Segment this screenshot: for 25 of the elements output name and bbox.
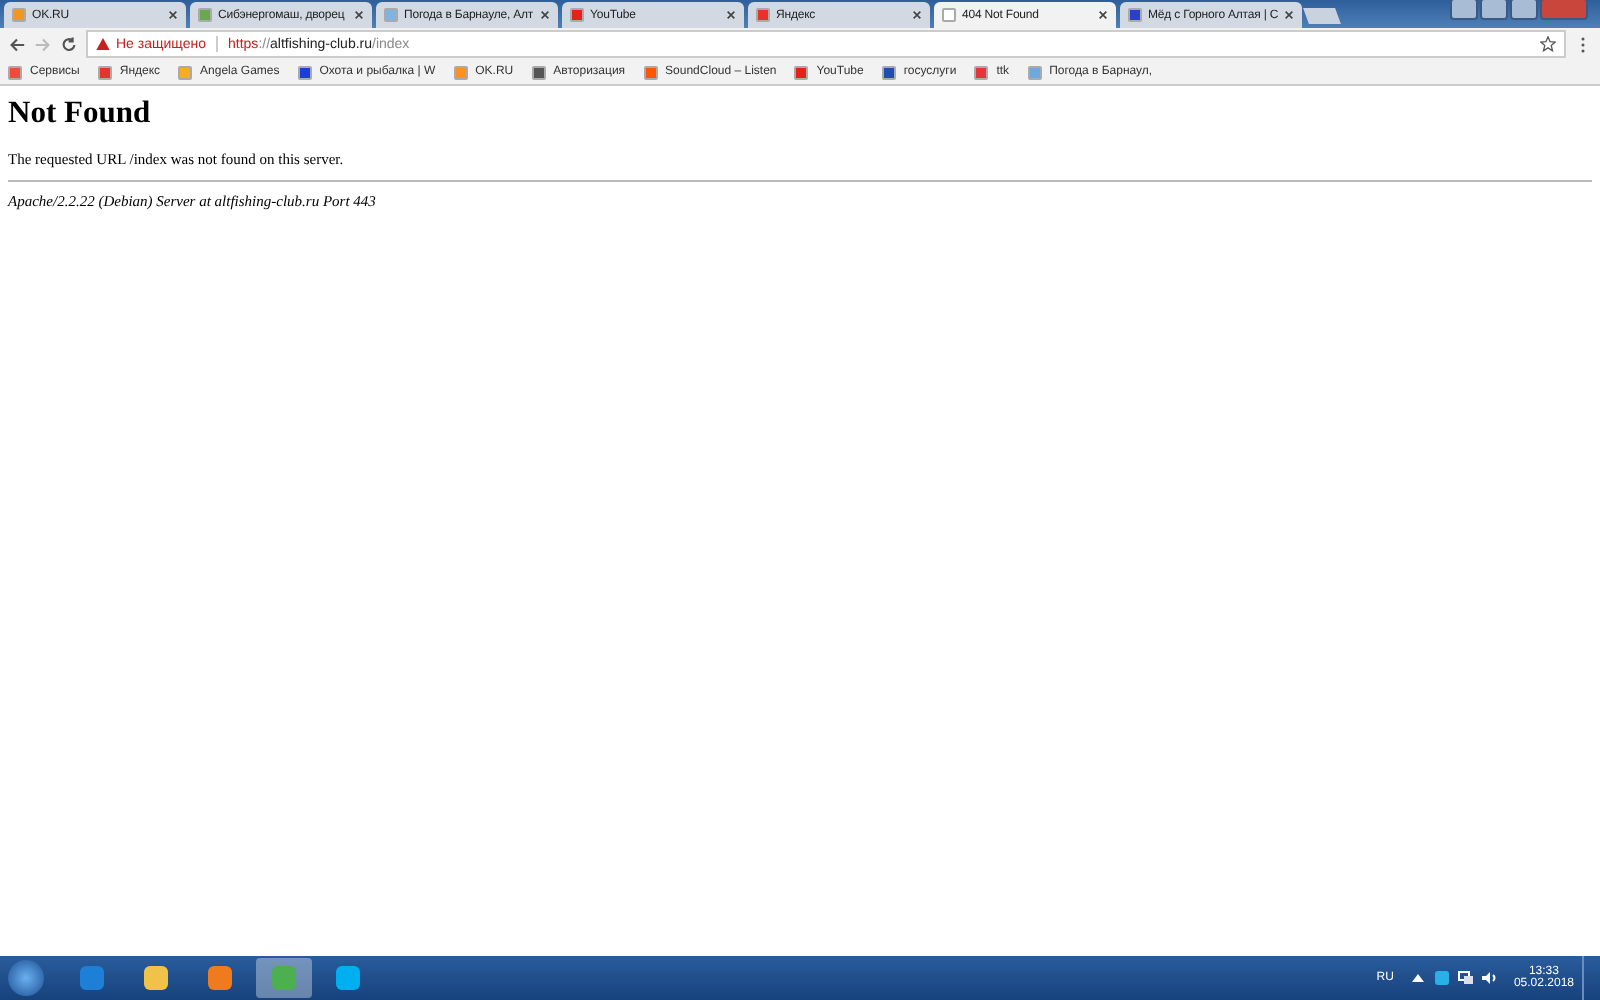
close-icon[interactable] <box>912 10 922 20</box>
warning-icon <box>96 38 110 50</box>
reload-icon[interactable] <box>60 35 78 53</box>
start-button[interactable] <box>8 960 44 996</box>
close-icon[interactable] <box>726 10 736 20</box>
site-icon <box>942 8 956 22</box>
site-icon <box>198 8 212 22</box>
site-icon <box>12 8 26 22</box>
app-tray-icon[interactable] <box>1433 970 1450 986</box>
up-arrow-icon[interactable] <box>1409 970 1426 986</box>
close-icon[interactable] <box>168 10 178 20</box>
site-icon <box>570 8 584 22</box>
speaker-icon[interactable] <box>1481 970 1498 986</box>
site-icon <box>1128 8 1142 22</box>
site-icon <box>384 8 398 22</box>
close-icon[interactable] <box>540 10 550 20</box>
star-icon[interactable] <box>1540 36 1556 52</box>
close-icon[interactable] <box>354 10 364 20</box>
menu-icon[interactable] <box>1580 35 1586 53</box>
back-icon[interactable] <box>8 35 26 53</box>
page-heading: Not Found <box>8 96 153 132</box>
close-icon[interactable] <box>1284 10 1295 20</box>
new-tab-button[interactable] <box>1303 8 1341 24</box>
site-icon <box>756 8 770 22</box>
close-icon[interactable] <box>1098 10 1108 20</box>
